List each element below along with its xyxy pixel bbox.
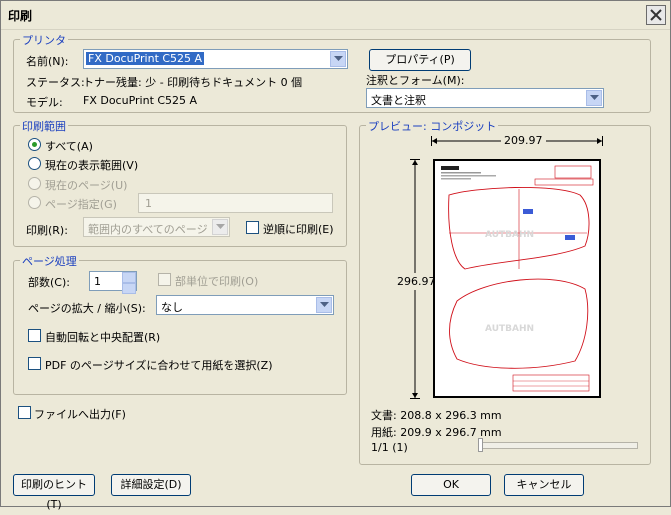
- range-current-page-label[interactable]: 現在のページ(U): [45, 177, 127, 193]
- range-pages-radio[interactable]: [28, 196, 41, 209]
- reverse-pages-checkbox[interactable]: [246, 221, 259, 234]
- model-label: モデル:: [26, 96, 63, 109]
- range-all-label[interactable]: すべて(A): [45, 138, 93, 154]
- close-icon: [650, 9, 662, 21]
- copies-label: 部数(C):: [28, 276, 70, 289]
- collate-checkbox[interactable]: [158, 273, 171, 286]
- document-size: 文書: 208.8 x 296.3 mm: [371, 409, 502, 422]
- height-dimension: 296.97: [397, 273, 436, 290]
- print-to-file-label[interactable]: ファイルへ出力(F): [34, 406, 126, 422]
- page-preview-content: AUTBAHN AUTBAHN: [441, 165, 594, 392]
- cancel-button[interactable]: キャンセル: [504, 474, 584, 496]
- chevron-down-icon[interactable]: [212, 219, 228, 235]
- printer-name-label: 名前(N):: [26, 55, 69, 68]
- print-range-group-label: 印刷範囲: [20, 118, 68, 134]
- scaling-label: ページの拡大 / 縮小(S):: [28, 302, 146, 315]
- title-bar: 印刷: [1, 1, 670, 30]
- collate-label[interactable]: 部単位で印刷(O): [175, 273, 258, 289]
- subset-value: 範囲内のすべてのページ: [88, 223, 208, 236]
- page-handling-group-label: ページ処理: [20, 253, 79, 269]
- width-dimension: 209.97: [501, 134, 546, 147]
- choose-paper-label[interactable]: PDF のページサイズに合わせて用紙を選択(Z): [45, 357, 273, 373]
- page-preview: AUTBAHN AUTBAHN: [433, 159, 601, 398]
- autorotate-label[interactable]: 自動回転と中央配置(R): [45, 329, 160, 345]
- page-slider-thumb[interactable]: [478, 438, 483, 452]
- page-counter: 1/1 (1): [371, 441, 408, 454]
- printer-name-value: FX DocuPrint C525 A: [86, 52, 205, 65]
- scaling-value: なし: [161, 301, 183, 314]
- scaling-select[interactable]: なし: [156, 295, 334, 315]
- autorotate-checkbox[interactable]: [28, 329, 41, 342]
- status-value: トナー残量: 少 - 印刷待ちドキュメント 0 個: [83, 76, 303, 89]
- properties-button[interactable]: プロパティ(P): [369, 49, 471, 71]
- ok-button[interactable]: OK: [411, 474, 491, 496]
- chevron-down-icon[interactable]: [330, 51, 346, 67]
- copies-stepper[interactable]: [122, 272, 136, 294]
- preview-group-label: プレビュー: コンポジット: [366, 118, 499, 134]
- range-current-view-label[interactable]: 現在の表示範囲(V): [45, 157, 138, 173]
- printing-tips-button[interactable]: 印刷のヒント(T): [13, 474, 95, 511]
- range-all-radio[interactable]: [28, 138, 41, 151]
- subset-label: 印刷(R):: [26, 224, 68, 237]
- print-to-file-checkbox[interactable]: [18, 406, 31, 419]
- copies-value: 1: [94, 275, 101, 288]
- watermark-text-2: AUTBAHN: [485, 324, 534, 334]
- reverse-pages-label[interactable]: 逆順に印刷(E): [263, 221, 334, 237]
- status-label: ステータス:: [26, 76, 85, 89]
- range-pages-label[interactable]: ページ指定(G): [45, 196, 117, 212]
- stepper-up-icon[interactable]: [122, 272, 136, 283]
- range-current-page-radio[interactable]: [28, 177, 41, 190]
- chevron-down-icon[interactable]: [316, 297, 332, 313]
- subset-select[interactable]: 範囲内のすべてのページ: [83, 217, 230, 237]
- watermark-text-1: AUTBAHN: [485, 230, 534, 240]
- page-slider-track[interactable]: [478, 442, 638, 449]
- stepper-down-icon[interactable]: [122, 283, 136, 294]
- printer-name-select[interactable]: FX DocuPrint C525 A: [83, 49, 348, 69]
- model-value: FX DocuPrint C525 A: [83, 94, 198, 107]
- range-pages-input[interactable]: 1: [138, 193, 333, 213]
- range-current-view-radio[interactable]: [28, 157, 41, 170]
- printer-group-label: プリンタ: [20, 32, 68, 48]
- comments-forms-value: 文書と注釈: [371, 94, 426, 107]
- range-pages-value: 1: [145, 197, 152, 210]
- print-dialog: 印刷 プリンタ 名前(N): FX DocuPrint C525 A プロパティ…: [0, 0, 671, 511]
- advanced-button[interactable]: 詳細設定(D): [111, 474, 191, 496]
- close-button[interactable]: [646, 5, 666, 25]
- choose-paper-checkbox[interactable]: [28, 357, 41, 370]
- comments-forms-select[interactable]: 文書と注釈: [366, 88, 604, 108]
- dialog-title: 印刷: [8, 9, 33, 23]
- comments-forms-label: 注釈とフォーム(M):: [366, 74, 465, 87]
- chevron-down-icon[interactable]: [586, 90, 602, 106]
- copies-input[interactable]: 1: [89, 271, 137, 294]
